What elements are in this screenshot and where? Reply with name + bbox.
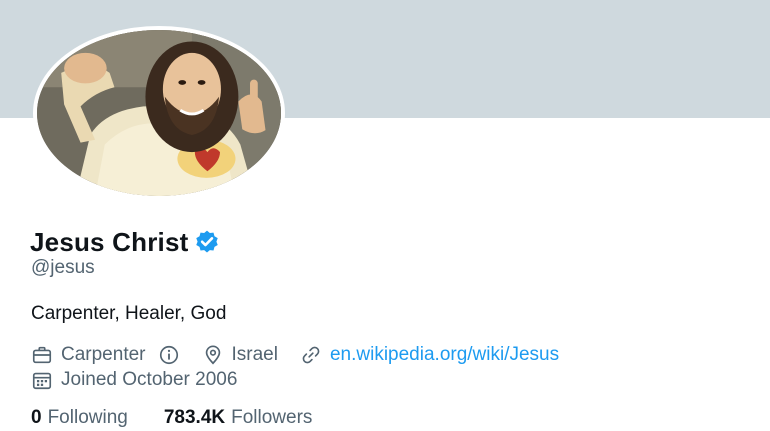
profile-meta-row: Carpenter Israel en.wikipedia.org/wiki/J… bbox=[31, 342, 559, 368]
profile-handle: @jesus bbox=[31, 257, 95, 278]
avatar-image bbox=[37, 30, 281, 196]
following-link[interactable]: 0 Following bbox=[31, 407, 128, 429]
following-label: Following bbox=[47, 407, 128, 428]
profile-avatar[interactable] bbox=[33, 26, 285, 200]
followers-count: 783.4K bbox=[163, 407, 226, 428]
location-pin-icon bbox=[205, 345, 220, 365]
location-item: Israel bbox=[202, 344, 278, 366]
follow-stats: 0 Following 783.4K Followers bbox=[31, 405, 312, 431]
profile-bio: Carpenter, Healer, God bbox=[31, 303, 227, 324]
profession-item: Carpenter bbox=[31, 344, 146, 366]
info-icon[interactable] bbox=[158, 344, 180, 366]
joined-row: Joined October 2006 bbox=[31, 367, 237, 393]
location-label: Israel bbox=[231, 344, 278, 365]
joined-item: Joined October 2006 bbox=[31, 369, 237, 391]
followers-link[interactable]: 783.4K Followers bbox=[164, 407, 313, 429]
display-name: Jesus Christ bbox=[30, 226, 189, 257]
joined-label: Joined October 2006 bbox=[61, 369, 238, 390]
profession-label: Carpenter bbox=[61, 344, 146, 365]
briefcase-icon bbox=[32, 346, 52, 364]
website-item[interactable]: en.wikipedia.org/wiki/Jesus bbox=[300, 344, 559, 366]
following-count: 0 bbox=[31, 407, 42, 428]
verified-badge-icon[interactable] bbox=[194, 229, 220, 255]
calendar-icon bbox=[32, 372, 52, 390]
website-link[interactable]: en.wikipedia.org/wiki/Jesus bbox=[330, 344, 559, 366]
profile-name-row: Jesus Christ bbox=[30, 224, 220, 260]
link-icon bbox=[302, 346, 320, 364]
followers-label: Followers bbox=[231, 407, 313, 428]
